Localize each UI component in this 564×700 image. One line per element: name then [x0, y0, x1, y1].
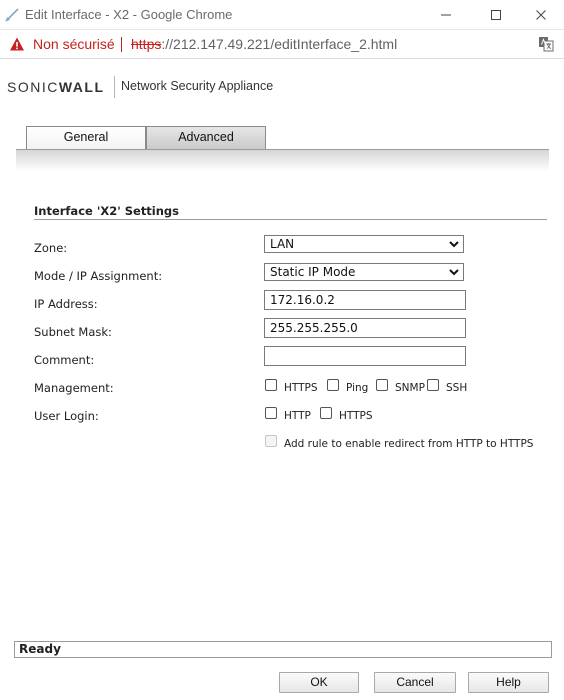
mode-label: Mode / IP Assignment:	[34, 269, 163, 283]
warning-triangle-icon[interactable]	[9, 36, 25, 52]
window-title: Edit Interface - X2 - Google Chrome	[25, 7, 233, 22]
ip-address-label: IP Address:	[34, 297, 98, 311]
close-icon	[536, 10, 546, 20]
zone-label: Zone:	[34, 241, 68, 255]
section-title: Interface 'X2' Settings	[34, 204, 180, 218]
user-login-label: User Login:	[34, 409, 99, 423]
url-path: ://212.147.49.221/editInterface_2.html	[161, 36, 398, 52]
mode-select-value: Static IP Mode	[270, 265, 356, 279]
chrome-page-icon	[5, 8, 19, 22]
ip-address-input[interactable]: 172.16.0.2	[264, 290, 466, 310]
status-bar: Ready	[14, 641, 552, 658]
minimize-icon	[441, 14, 451, 16]
section-divider	[34, 219, 547, 220]
management-snmp-label: SNMP	[395, 382, 425, 394]
tab-strip	[16, 149, 549, 171]
logo-text-bold: WALL	[58, 79, 105, 95]
security-status-label[interactable]: Non sécurisé	[33, 36, 115, 52]
management-ssh-label: SSH	[446, 382, 468, 394]
user-login-http-label: HTTP	[284, 410, 311, 422]
comment-label: Comment:	[34, 353, 95, 367]
cancel-button[interactable]: Cancel	[374, 672, 456, 693]
title-bar: Edit Interface - X2 - Google Chrome	[0, 0, 564, 30]
tab-advanced[interactable]: Advanced	[146, 126, 266, 150]
management-ping-checkbox[interactable]	[327, 379, 339, 391]
redirect-rule-label: Add rule to enable redirect from HTTP to…	[284, 438, 534, 450]
address-separator	[121, 37, 122, 52]
maximize-button[interactable]	[479, 4, 513, 26]
user-login-https-label: HTTPS	[339, 410, 373, 422]
sonicwall-logo: SONICWALL	[7, 79, 105, 95]
chevron-down-icon	[449, 241, 459, 248]
chevron-down-icon	[449, 269, 459, 276]
management-ssh-checkbox[interactable]	[427, 379, 439, 391]
url-text[interactable]: https://212.147.49.221/editInterface_2.h…	[131, 36, 397, 52]
user-login-http-checkbox[interactable]	[265, 407, 277, 419]
address-bar[interactable]: Non sécurisé https://212.147.49.221/edit…	[0, 30, 564, 59]
help-button[interactable]: Help	[468, 672, 549, 693]
ok-button[interactable]: OK	[279, 672, 359, 693]
brand-separator	[114, 76, 115, 98]
redirect-rule-checkbox[interactable]	[265, 435, 277, 447]
comment-input[interactable]	[264, 346, 466, 366]
tab-general[interactable]: General	[26, 126, 146, 150]
management-snmp-checkbox[interactable]	[376, 379, 388, 391]
logo-text-light: SONIC	[7, 79, 59, 95]
management-ping-label: Ping	[346, 382, 369, 394]
close-window-button[interactable]	[524, 4, 558, 26]
maximize-icon	[491, 10, 501, 20]
minimize-button[interactable]	[429, 4, 463, 26]
brand-subtitle: Network Security Appliance	[121, 79, 274, 93]
subnet-mask-input[interactable]: 255.255.255.0	[264, 318, 466, 338]
url-scheme: https	[131, 36, 162, 52]
management-https-label: HTTPS	[284, 382, 318, 394]
subnet-mask-label: Subnet Mask:	[34, 325, 112, 339]
translate-icon[interactable]	[538, 36, 554, 52]
zone-select[interactable]: LAN	[264, 235, 464, 253]
brand-header: SONICWALL Network Security Appliance	[0, 59, 564, 115]
zone-select-value: LAN	[270, 237, 295, 251]
user-login-https-checkbox[interactable]	[320, 407, 332, 419]
management-https-checkbox[interactable]	[265, 379, 277, 391]
management-label: Management:	[34, 381, 114, 395]
mode-select[interactable]: Static IP Mode	[264, 263, 464, 281]
